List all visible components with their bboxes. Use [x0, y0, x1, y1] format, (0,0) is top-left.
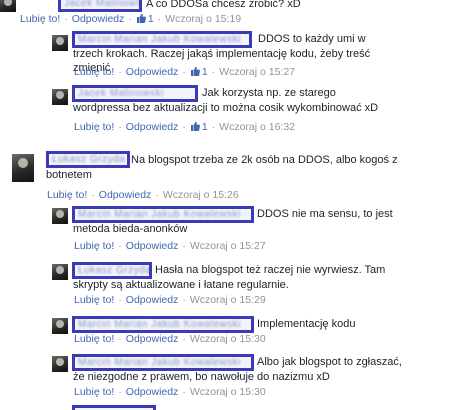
- redacted-author-name[interactable]: Jacek Malinowski: [58, 0, 142, 12]
- like-button[interactable]: Lubię to!: [74, 240, 114, 252]
- comment-actions: Lubię to! · Odpowiedz · 1 · Wczoraj o 15:19: [20, 13, 242, 25]
- avatar[interactable]: [52, 89, 68, 105]
- avatar[interactable]: [12, 154, 34, 182]
- comment-actions: Lubię to! · Odpowiedz · 1 · Wczoraj o 15:27: [74, 66, 296, 78]
- comment-actions: Lubię to! · Odpowiedz · Wczoraj o 15:29: [74, 294, 266, 306]
- like-button[interactable]: Lubię to!: [20, 13, 60, 25]
- timestamp[interactable]: Wczoraj o 15:30: [190, 333, 266, 345]
- reply-button[interactable]: Odpowiedz: [126, 294, 179, 306]
- timestamp[interactable]: Wczoraj o 15:29: [190, 294, 266, 306]
- like-button[interactable]: Lubię to!: [74, 66, 114, 78]
- comment-text: A co DDOSa chcesz zrobić? xD: [146, 0, 301, 10]
- reply-button[interactable]: Odpowiedz: [99, 189, 152, 201]
- avatar[interactable]: [52, 356, 68, 372]
- thumbs-up-icon: [190, 66, 200, 76]
- redacted-author-name[interactable]: [72, 405, 156, 410]
- timestamp[interactable]: Wczoraj o 15:27: [219, 66, 295, 78]
- comment-text: Implementację kodu: [257, 318, 356, 330]
- timestamp[interactable]: Wczoraj o 16:32: [219, 121, 295, 133]
- reply-button[interactable]: Odpowiedz: [126, 121, 179, 133]
- like-button[interactable]: Lubię to!: [74, 294, 114, 306]
- comment-text: Albo jak blogspot to zgłaszać, że niezgo…: [73, 356, 402, 383]
- comment-actions: Lubię to! · Odpowiedz · Wczoraj o 15:30: [74, 333, 266, 345]
- comment-text: Hasła na blogspot też raczej nie wyrwies…: [73, 264, 386, 291]
- avatar[interactable]: [52, 318, 68, 334]
- timestamp[interactable]: Wczoraj o 15:27: [190, 240, 266, 252]
- like-count[interactable]: 1: [190, 121, 208, 133]
- thumbs-up-icon: [136, 13, 146, 23]
- timestamp[interactable]: Wczoraj o 15:19: [165, 13, 241, 25]
- reply-button[interactable]: Odpowiedz: [126, 333, 179, 345]
- like-button[interactable]: Lubię to!: [74, 386, 114, 398]
- comment-actions: Lubię to! · Odpowiedz · Wczoraj o 15:26: [47, 189, 239, 201]
- reply-button[interactable]: Odpowiedz: [72, 13, 125, 25]
- avatar[interactable]: [52, 264, 68, 280]
- comment-actions: Lubię to! · Odpowiedz · Wczoraj o 15:27: [74, 240, 266, 252]
- reply-button[interactable]: Odpowiedz: [126, 240, 179, 252]
- redacted-author-name[interactable]: Marcin Marian Jakub Kowalewski: [72, 316, 254, 333]
- reply-button[interactable]: Odpowiedz: [126, 66, 179, 78]
- like-button[interactable]: Lubię to!: [74, 121, 114, 133]
- like-button[interactable]: Lubię to!: [74, 333, 114, 345]
- avatar[interactable]: [52, 208, 68, 224]
- like-button[interactable]: Lubię to!: [47, 189, 87, 201]
- timestamp[interactable]: Wczoraj o 15:26: [163, 189, 239, 201]
- thumbs-up-icon: [190, 121, 200, 131]
- comment-text: Jak korzysta np. ze starego wordpressa b…: [73, 87, 379, 114]
- comment-actions: Lubię to! · Odpowiedz · Wczoraj o 15:30: [74, 386, 266, 398]
- comment-actions: Lubię to! · Odpowiedz · 1 · Wczoraj o 16:32: [74, 121, 296, 133]
- like-count[interactable]: 1: [136, 13, 154, 25]
- avatar[interactable]: [52, 35, 68, 51]
- timestamp[interactable]: Wczoraj o 15:30: [190, 386, 266, 398]
- avatar[interactable]: [0, 0, 16, 12]
- reply-button[interactable]: Odpowiedz: [126, 386, 179, 398]
- comment-text: DDOS nie ma sensu, to jest metoda bieda-…: [73, 208, 393, 235]
- like-count[interactable]: 1: [190, 66, 208, 78]
- comment-text: Na blogspot trzeba ze 2k osób na DDOS, a…: [46, 154, 398, 181]
